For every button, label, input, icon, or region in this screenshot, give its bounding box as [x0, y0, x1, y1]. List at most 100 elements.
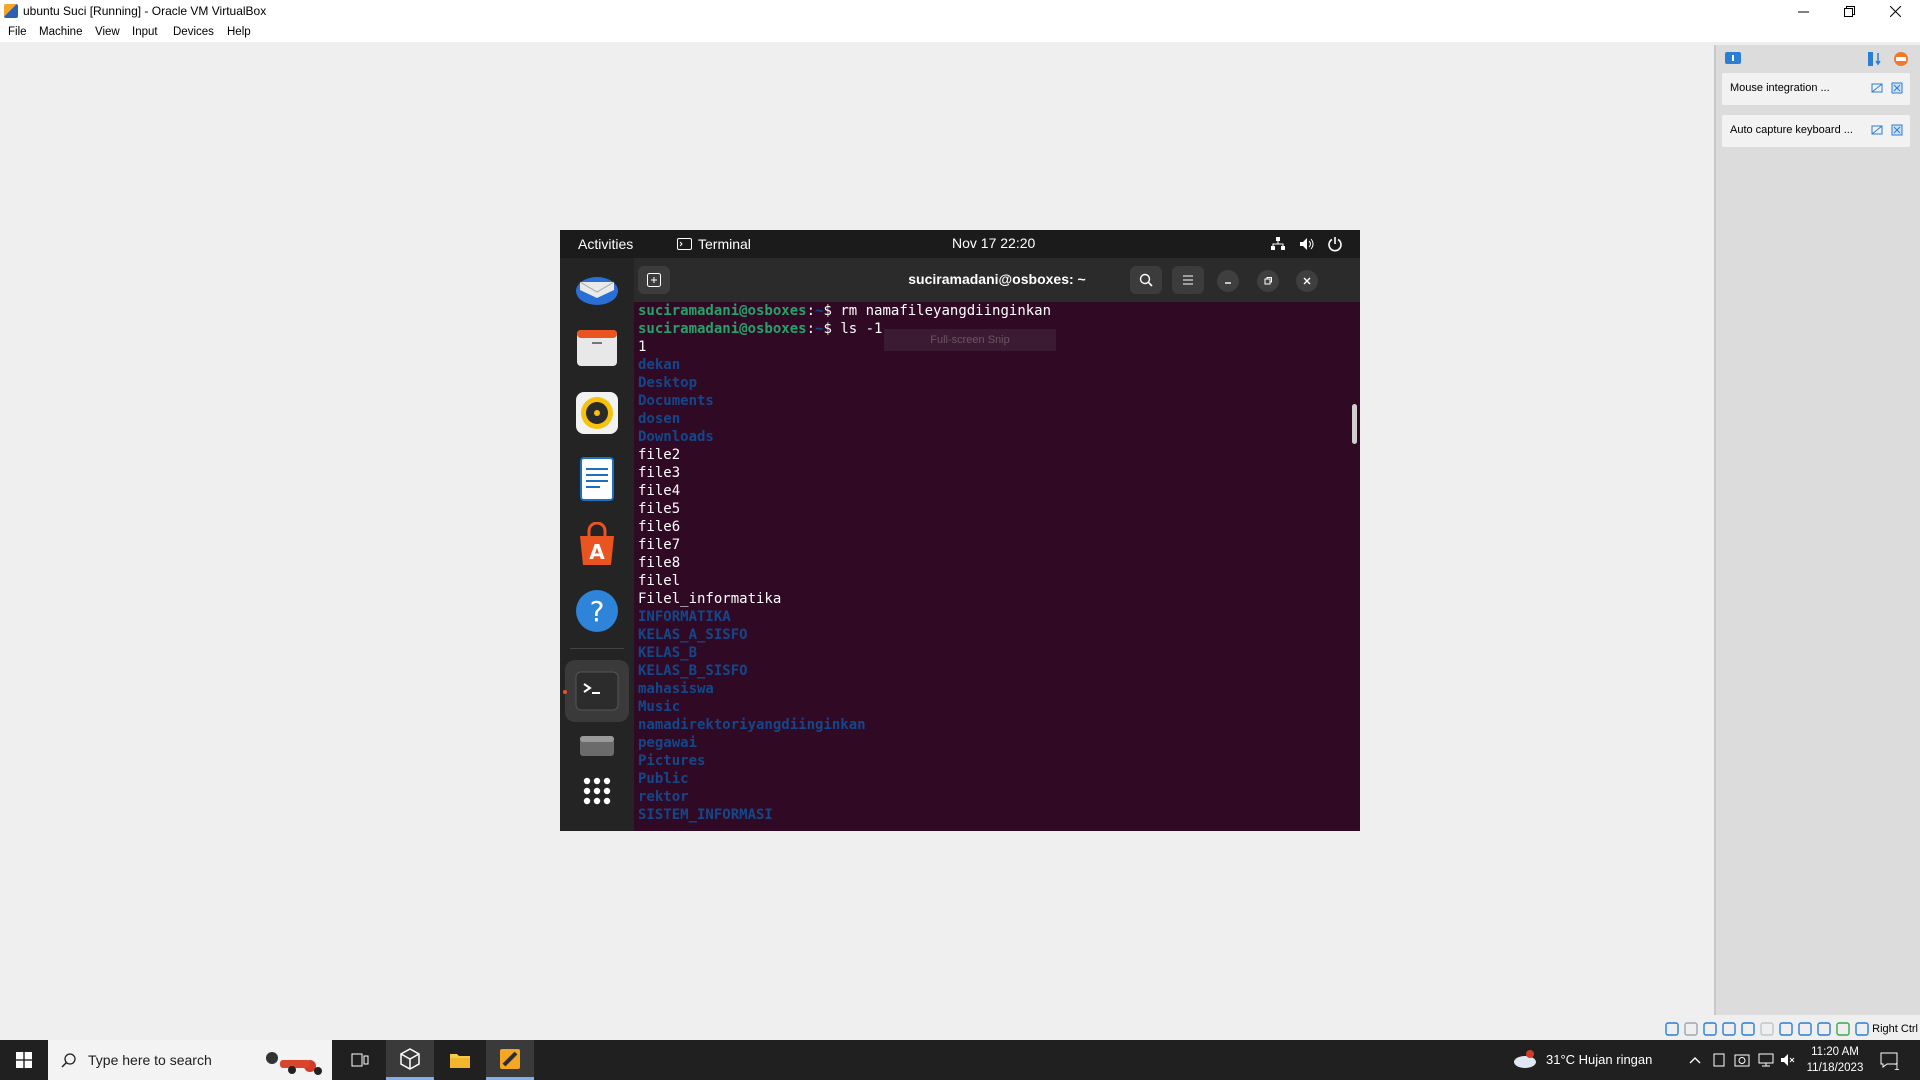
weather-text[interactable]: 31°C Hujan ringan — [1546, 1052, 1652, 1067]
taskbar-vm-window[interactable] — [486, 1040, 534, 1080]
dock-help[interactable]: ? — [574, 588, 620, 634]
ls-entry-directory: Public — [638, 771, 689, 787]
menu-bar: File Machine View Input Devices Help — [0, 22, 1920, 42]
menu-input[interactable]: Input — [132, 26, 158, 38]
ubuntu-dock: A ? — [560, 258, 634, 831]
terminal-restore-button[interactable] — [1257, 270, 1279, 292]
ls-entry-file: file5 — [638, 501, 681, 517]
hard-disk-icon[interactable] — [1665, 1022, 1679, 1036]
restore-icon — [1843, 5, 1855, 17]
dock-files[interactable] — [574, 324, 620, 370]
ls-entry-directory: KELAS_B_SISFO — [638, 663, 748, 679]
task-view-button[interactable] — [336, 1040, 384, 1080]
command-text: ls -1 — [840, 321, 883, 337]
device-icon[interactable] — [1712, 1052, 1726, 1068]
ls-entry-directory: dekan — [638, 357, 681, 373]
terminal-output[interactable]: suciramadani@osboxes:~$ rm namafileyangd… — [634, 302, 1360, 831]
restore-button[interactable] — [1826, 0, 1872, 22]
dock-thunderbird[interactable] — [574, 268, 620, 314]
ls-entry-directory: KELAS_B — [638, 645, 698, 661]
menu-file[interactable]: File — [8, 26, 27, 38]
audio-icon[interactable] — [1703, 1022, 1717, 1036]
ls-entry-directory: namadirektoriyangdiinginkan — [638, 717, 866, 733]
dock-trash[interactable] — [574, 728, 620, 756]
keyboard-icon[interactable] — [1855, 1022, 1869, 1036]
mute-icon[interactable] — [1870, 81, 1884, 95]
menu-machine[interactable]: Machine — [39, 26, 82, 38]
show-apps-button[interactable] — [574, 768, 620, 814]
mouse-icon[interactable] — [1836, 1022, 1850, 1036]
dock-libreoffice-writer[interactable] — [574, 456, 620, 502]
terminal-close-button[interactable] — [1296, 270, 1318, 292]
window-title: ubuntu Suci [Running] - Oracle VM Virtua… — [23, 4, 267, 18]
taskbar-file-explorer[interactable] — [436, 1040, 484, 1080]
search-button[interactable] — [1130, 266, 1162, 294]
thunderbird-icon — [576, 277, 618, 305]
close-icon — [1889, 5, 1901, 17]
ls-entry-directory: Pictures — [638, 753, 706, 769]
notification-mouse-integration[interactable]: Mouse integration ... — [1722, 73, 1910, 105]
search-icon — [1139, 273, 1153, 287]
volume-icon[interactable] — [1299, 236, 1315, 252]
dock-rhythmbox[interactable] — [574, 390, 620, 436]
volume-muted-icon[interactable] — [1780, 1052, 1796, 1068]
taskbar-virtualbox[interactable] — [386, 1040, 434, 1080]
folder-icon — [450, 1054, 470, 1068]
rhythmbox-icon — [576, 392, 618, 434]
taskbar-search[interactable]: Type here to search — [48, 1040, 332, 1080]
camera-icon[interactable] — [1734, 1052, 1750, 1068]
terminal-minimize-button[interactable] — [1217, 270, 1239, 292]
activities-button[interactable]: Activities — [578, 236, 633, 252]
shared-folder-icon[interactable] — [1760, 1022, 1774, 1036]
ls-entry-directory: INFORMATIKA — [638, 609, 731, 625]
ls-entry-file: file7 — [638, 537, 681, 553]
app-menu[interactable]: Terminal — [677, 236, 751, 252]
network-adapter-icon[interactable] — [1722, 1022, 1736, 1036]
restore-icon — [1264, 277, 1272, 285]
dock-software[interactable]: A — [574, 521, 620, 568]
close-notification-icon[interactable] — [1890, 123, 1904, 137]
search-highlight-icon — [266, 1052, 322, 1075]
power-icon[interactable] — [1327, 236, 1343, 252]
hamburger-menu-button[interactable] — [1172, 266, 1204, 294]
notification-auto-capture[interactable]: Auto capture keyboard ... — [1722, 115, 1910, 147]
virtualbox-cube-icon — [400, 1047, 420, 1070]
files-icon — [577, 330, 617, 366]
close-notification-icon[interactable] — [1890, 81, 1904, 95]
usb-icon[interactable] — [1741, 1022, 1755, 1036]
network-icon[interactable] — [1270, 236, 1286, 252]
info-icon[interactable] — [1724, 51, 1742, 67]
dock-separator — [570, 648, 624, 649]
taskbar-time: 11:20 AM — [1811, 1046, 1859, 1058]
cpu-icon[interactable] — [1817, 1022, 1831, 1036]
menu-devices[interactable]: Devices — [173, 26, 214, 38]
prompt-user: suciramadani@osboxes — [638, 303, 807, 319]
menu-help[interactable]: Help — [227, 26, 251, 38]
chevron-up-icon[interactable] — [1688, 1053, 1702, 1067]
recording-icon[interactable] — [1798, 1022, 1812, 1036]
notification-count: 1 — [1894, 1062, 1900, 1073]
ls-entry-directory: Desktop — [638, 375, 698, 391]
mute-icon[interactable] — [1870, 123, 1884, 137]
ls-entry-directory: mahasiswa — [638, 681, 714, 697]
taskbar-clock[interactable]: 11:20 AM 11/18/2023 — [1800, 1044, 1870, 1076]
terminal-command-line: suciramadani@osboxes:~$ rm namafileyangd… — [638, 303, 1052, 319]
dock-terminal-active[interactable] — [565, 660, 629, 722]
clock[interactable]: Nov 17 22:20 — [952, 235, 1035, 251]
virtualbox-icon — [4, 4, 18, 18]
network-icon[interactable] — [1758, 1052, 1774, 1068]
close-button[interactable] — [1872, 0, 1918, 22]
weather-icon[interactable] — [1512, 1050, 1538, 1070]
menu-view[interactable]: View — [95, 26, 120, 38]
sort-icon[interactable] — [1866, 51, 1882, 67]
terminal-scrollbar[interactable] — [1352, 404, 1357, 444]
dismiss-all-icon[interactable] — [1892, 51, 1910, 67]
ls-entry-file: filel — [638, 573, 681, 589]
notification-label: Auto capture keyboard ... — [1730, 124, 1853, 136]
display-icon[interactable] — [1779, 1022, 1793, 1036]
vm-display[interactable]: Activities Terminal Nov 17 22:20 A ? suc… — [560, 230, 1360, 831]
search-icon — [61, 1053, 76, 1068]
start-button[interactable] — [0, 1040, 48, 1080]
minimize-button[interactable] — [1780, 0, 1826, 22]
optical-drive-icon[interactable] — [1684, 1022, 1698, 1036]
